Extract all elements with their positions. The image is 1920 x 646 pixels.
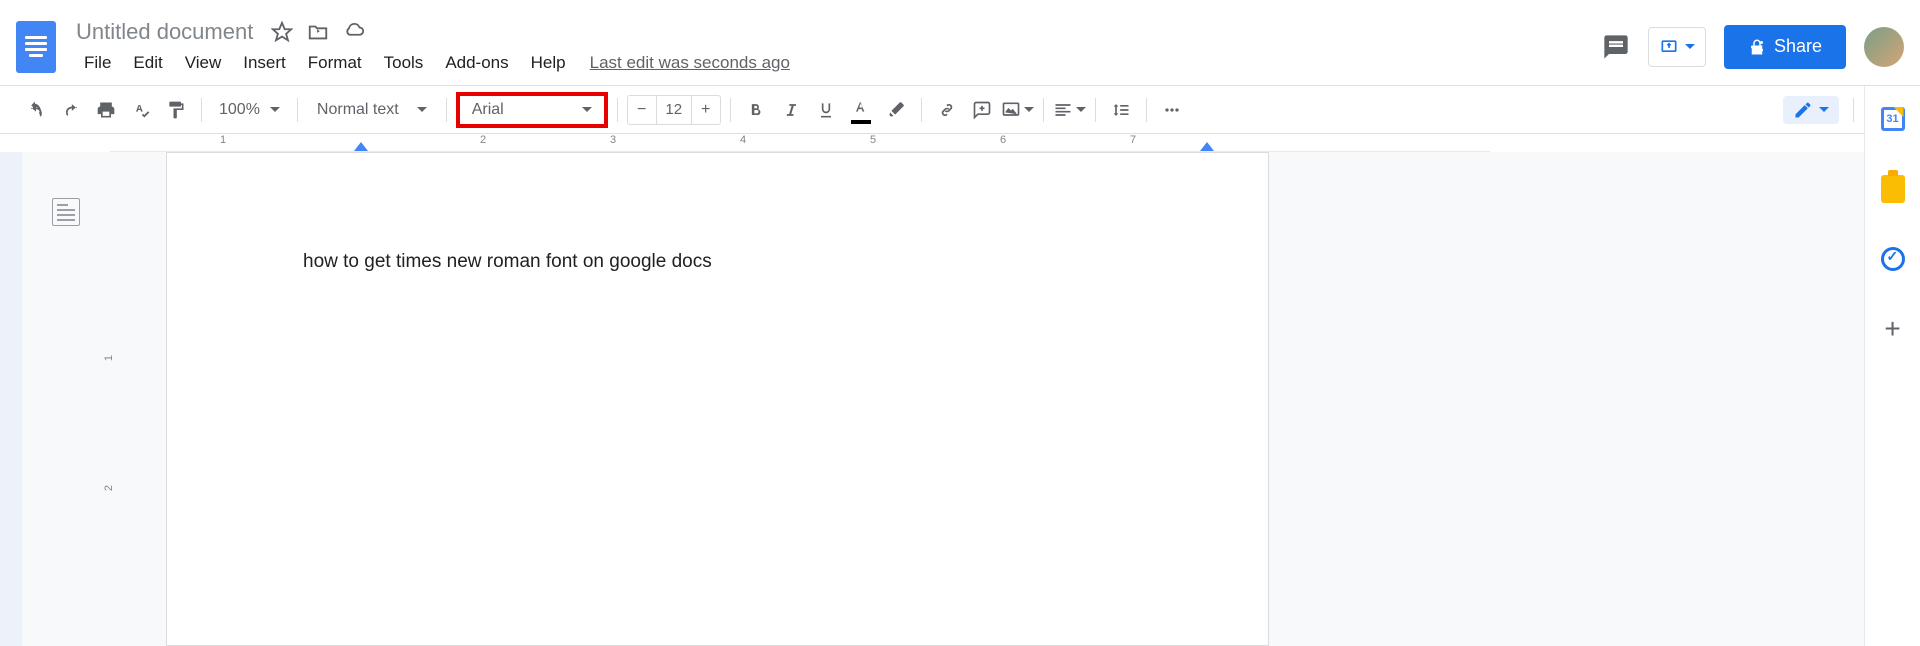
chevron-down-icon xyxy=(1076,107,1086,112)
vruler-mark: 1 xyxy=(103,355,115,361)
chevron-down-icon xyxy=(417,107,427,112)
editing-mode-button[interactable] xyxy=(1783,96,1839,124)
chevron-down-icon xyxy=(582,107,592,112)
more-button[interactable] xyxy=(1156,94,1188,126)
ruler-mark: 2 xyxy=(480,134,486,146)
move-icon[interactable] xyxy=(307,21,329,43)
print-button[interactable] xyxy=(90,94,122,126)
header-right: Share xyxy=(1602,25,1904,69)
menu-format[interactable]: Format xyxy=(300,51,370,75)
horizontal-ruler[interactable]: 1 2 3 4 5 6 7 xyxy=(110,134,1490,152)
underline-button[interactable] xyxy=(810,94,842,126)
highlight-button[interactable] xyxy=(880,94,912,126)
redo-button[interactable] xyxy=(55,94,87,126)
menu-insert[interactable]: Insert xyxy=(235,51,294,75)
menu-help[interactable]: Help xyxy=(523,51,574,75)
vertical-ruler[interactable]: 1 2 xyxy=(110,152,116,646)
star-icon[interactable] xyxy=(271,21,293,43)
line-spacing-button[interactable] xyxy=(1105,94,1137,126)
zoom-select[interactable]: 100% xyxy=(211,101,288,119)
canvas-area: 1 2 how to get times new roman font on g… xyxy=(0,152,1920,646)
spellcheck-button[interactable] xyxy=(125,94,157,126)
paint-format-button[interactable] xyxy=(160,94,192,126)
align-button[interactable] xyxy=(1053,94,1086,126)
outline-area xyxy=(22,152,110,646)
add-addon-button[interactable]: + xyxy=(1880,316,1906,342)
ruler-mark: 6 xyxy=(1000,134,1006,146)
page-wrapper: how to get times new roman font on googl… xyxy=(116,152,1900,646)
document-page[interactable]: how to get times new roman font on googl… xyxy=(166,152,1269,646)
share-button-label: Share xyxy=(1774,36,1822,57)
ruler-mark: 5 xyxy=(870,134,876,146)
increase-font-size-button[interactable]: + xyxy=(692,96,720,124)
undo-button[interactable] xyxy=(20,94,52,126)
account-avatar[interactable] xyxy=(1864,27,1904,67)
insert-image-button[interactable] xyxy=(1001,94,1034,126)
calendar-addon-icon[interactable]: 31 xyxy=(1880,106,1906,132)
right-indent-marker[interactable] xyxy=(1200,142,1214,151)
font-size-input[interactable] xyxy=(656,96,692,124)
last-edit-link[interactable]: Last edit was seconds ago xyxy=(590,53,790,73)
side-panel: 31 + xyxy=(1864,86,1920,646)
menu-view[interactable]: View xyxy=(177,51,230,75)
ruler-mark: 1 xyxy=(220,134,226,146)
docs-logo[interactable] xyxy=(16,21,56,73)
show-outline-button[interactable] xyxy=(52,198,80,226)
ruler-mark: 3 xyxy=(610,134,616,146)
font-select[interactable]: Arial xyxy=(456,92,608,128)
cloud-status-icon[interactable] xyxy=(343,21,365,43)
document-text[interactable]: how to get times new roman font on googl… xyxy=(303,251,1132,273)
comment-history-icon[interactable] xyxy=(1602,33,1630,61)
ruler-mark: 7 xyxy=(1130,134,1136,146)
menu-bar: File Edit View Insert Format Tools Add-o… xyxy=(76,51,1602,75)
first-line-indent-marker[interactable] xyxy=(354,142,368,151)
menu-tools[interactable]: Tools xyxy=(376,51,432,75)
vruler-mark: 2 xyxy=(103,485,115,491)
add-comment-button[interactable] xyxy=(966,94,998,126)
keep-addon-icon[interactable] xyxy=(1880,176,1906,202)
tasks-addon-icon[interactable] xyxy=(1880,246,1906,272)
font-size-group: − + xyxy=(627,95,721,125)
title-row: Untitled document xyxy=(76,19,1602,45)
ruler-mark: 4 xyxy=(740,134,746,146)
header: Untitled document File Edit View Insert … xyxy=(0,0,1920,86)
chevron-down-icon xyxy=(1819,107,1829,112)
bold-button[interactable] xyxy=(740,94,772,126)
menu-addons[interactable]: Add-ons xyxy=(437,51,516,75)
share-button[interactable]: Share xyxy=(1724,25,1846,69)
left-gutter xyxy=(0,152,22,646)
paragraph-style-select[interactable]: Normal text xyxy=(307,101,437,119)
insert-link-button[interactable] xyxy=(931,94,963,126)
document-title[interactable]: Untitled document xyxy=(76,19,253,45)
italic-button[interactable] xyxy=(775,94,807,126)
present-button[interactable] xyxy=(1648,27,1706,67)
menu-edit[interactable]: Edit xyxy=(125,51,170,75)
menu-file[interactable]: File xyxy=(76,51,119,75)
header-center: Untitled document File Edit View Insert … xyxy=(76,19,1602,75)
chevron-down-icon xyxy=(270,107,280,112)
chevron-down-icon xyxy=(1685,44,1695,49)
decrease-font-size-button[interactable]: − xyxy=(628,96,656,124)
text-color-button[interactable] xyxy=(845,94,877,126)
chevron-down-icon xyxy=(1024,107,1034,112)
toolbar: 100% Normal text Arial − + xyxy=(0,86,1920,134)
